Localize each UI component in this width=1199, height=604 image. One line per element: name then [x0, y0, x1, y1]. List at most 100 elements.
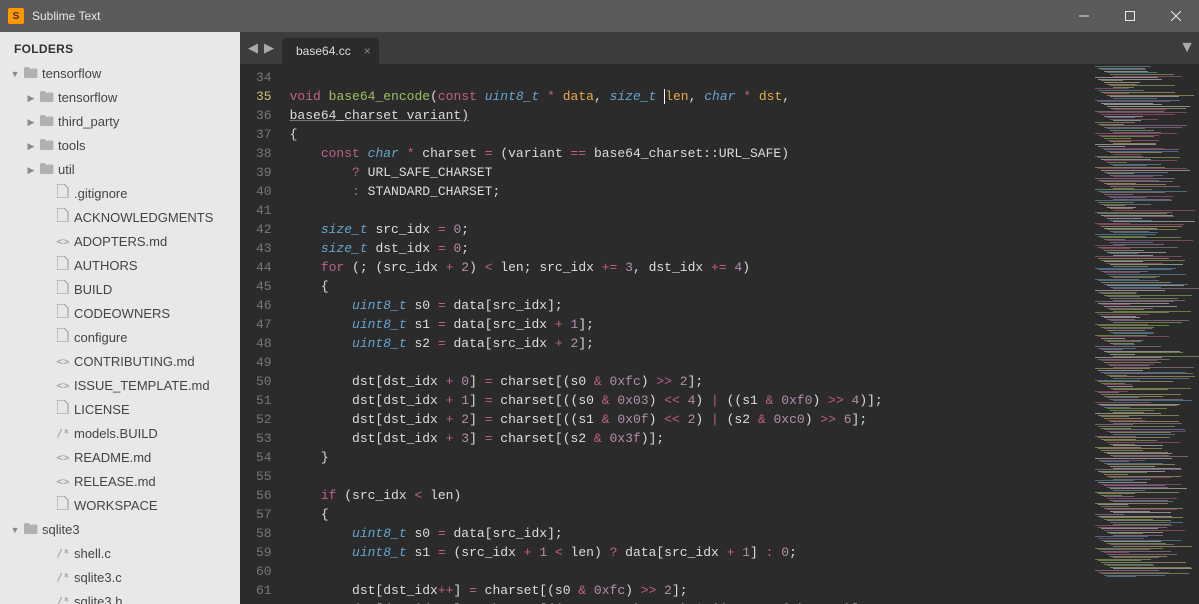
tree-item[interactable]: ▼tensorflow: [0, 62, 240, 86]
code-area[interactable]: void base64_encode(const uint8_t * data,…: [282, 64, 1089, 604]
nav-forward-icon[interactable]: ▶: [264, 40, 274, 56]
minimize-button[interactable]: [1061, 0, 1107, 32]
code-line: dst[dst_idx + 0] = charset[(s0 & 0xfc) >…: [290, 372, 1089, 391]
tree-item[interactable]: ▶ tensorflow: [0, 86, 240, 110]
tree-item[interactable]: ACKNOWLEDGMENTS: [0, 206, 240, 230]
folder-icon: [38, 136, 56, 156]
code-line: uint8_t s1 = data[src_idx + 1];: [290, 315, 1089, 334]
disclosure-right-icon[interactable]: ▶: [24, 136, 38, 156]
line-number: 39: [256, 163, 272, 182]
tree-item-label: tensorflow: [56, 88, 117, 108]
code-icon: /*: [54, 568, 72, 588]
sidebar-header: FOLDERS: [0, 32, 240, 62]
nav-back-icon[interactable]: ◀: [248, 40, 258, 56]
code-line: {: [290, 125, 1089, 144]
tree-item[interactable]: ▶ util: [0, 158, 240, 182]
code-line: void base64_encode(const uint8_t * data,…: [290, 87, 1089, 106]
window-title: Sublime Text: [32, 9, 1061, 23]
tree-item-label: .gitignore: [72, 184, 127, 204]
line-number: 40: [256, 182, 272, 201]
tree-item[interactable]: LICENSE: [0, 398, 240, 422]
code-line: [290, 467, 1089, 486]
app-icon: S: [8, 8, 24, 24]
sidebar: FOLDERS ▼tensorflow▶tensorflow▶third_par…: [0, 32, 240, 604]
tree-item[interactable]: ▼ sqlite3: [0, 518, 240, 542]
file-icon: [54, 184, 72, 204]
tree-item-label: shell.c: [72, 544, 111, 564]
tree-item-label: sqlite3: [40, 520, 80, 540]
tree-item-label: WORKSPACE: [72, 496, 158, 516]
tab-overflow-icon[interactable]: ▼: [1175, 32, 1199, 64]
tree-item[interactable]: CODEOWNERS: [0, 302, 240, 326]
folder-icon: [38, 112, 56, 132]
code-line: size_t src_idx = 0;: [290, 220, 1089, 239]
code-line: : STANDARD_CHARSET;: [290, 182, 1089, 201]
tree-item[interactable]: <>RELEASE.md: [0, 470, 240, 494]
tree-item[interactable]: ▶ third_party: [0, 110, 240, 134]
disclosure-down-icon[interactable]: ▼: [8, 520, 22, 540]
tree-item-label: tools: [56, 136, 85, 156]
md-icon: <>: [54, 376, 72, 396]
tree-item-label: sqlite3.c: [72, 568, 122, 588]
tree-item[interactable]: <>ISSUE_TEMPLATE.md: [0, 374, 240, 398]
tab-close-icon[interactable]: ×: [364, 44, 371, 58]
tree-item-label: CODEOWNERS: [72, 304, 170, 324]
title-bar: S Sublime Text: [0, 0, 1199, 32]
tree-item[interactable]: WORKSPACE: [0, 494, 240, 518]
line-number: 46: [256, 296, 272, 315]
code-icon: /*: [54, 424, 72, 444]
tree-item-label: configure: [72, 328, 127, 348]
tree-item-label: ISSUE_TEMPLATE.md: [72, 376, 210, 396]
folder-icon: [22, 520, 40, 540]
line-number: 34: [256, 68, 272, 87]
close-button[interactable]: [1153, 0, 1199, 32]
code-line: base64_charset variant): [290, 106, 1089, 125]
tree-item-label: ACKNOWLEDGMENTS: [72, 208, 213, 228]
tree-item-label: AUTHORS: [72, 256, 138, 276]
code-line: dst[dst_idx + 3] = charset[(s2 & 0x3f)];: [290, 429, 1089, 448]
line-number: 48: [256, 334, 272, 353]
tree-item-label: sqlite3.h: [72, 592, 122, 604]
tree-item[interactable]: .gitignore: [0, 182, 240, 206]
line-number: 49: [256, 353, 272, 372]
folder-icon: [22, 64, 40, 84]
file-icon: [54, 496, 72, 516]
md-icon: <>: [54, 232, 72, 252]
tree-item[interactable]: configure: [0, 326, 240, 350]
tree-item[interactable]: /*shell.c: [0, 542, 240, 566]
line-number: 62: [256, 600, 272, 604]
tree-item[interactable]: ▶ tools: [0, 134, 240, 158]
minimap[interactable]: [1089, 64, 1199, 604]
file-icon: [54, 280, 72, 300]
tree-item[interactable]: BUILD: [0, 278, 240, 302]
line-number: 41: [256, 201, 272, 220]
tree-item[interactable]: /*sqlite3.c: [0, 566, 240, 590]
tree-item-label: BUILD: [72, 280, 112, 300]
code-line: dst[dst_idx + 2] = charset[((s1 & 0x0f) …: [290, 410, 1089, 429]
code-line: uint8_t s0 = data[src_idx];: [290, 296, 1089, 315]
tree-item-label: third_party: [56, 112, 119, 132]
tree-item[interactable]: /*sqlite3.h: [0, 590, 240, 604]
tree-item[interactable]: <>CONTRIBUTING.md: [0, 350, 240, 374]
code-line: {: [290, 505, 1089, 524]
code-line: [290, 201, 1089, 220]
tree-item-label: util: [56, 160, 75, 180]
disclosure-down-icon[interactable]: ▼: [8, 64, 22, 84]
tree-item[interactable]: AUTHORS: [0, 254, 240, 278]
line-number: 60: [256, 562, 272, 581]
file-icon: [54, 208, 72, 228]
disclosure-right-icon[interactable]: ▶: [24, 112, 38, 132]
disclosure-right-icon[interactable]: ▶: [24, 160, 38, 180]
tab-active[interactable]: base64.cc ×: [282, 38, 379, 64]
tree-item[interactable]: <>ADOPTERS.md: [0, 230, 240, 254]
tree-item[interactable]: /*models.BUILD: [0, 422, 240, 446]
tree-item-label: LICENSE: [72, 400, 130, 420]
maximize-button[interactable]: [1107, 0, 1153, 32]
tree-item[interactable]: <>README.md: [0, 446, 240, 470]
disclosure-right-icon[interactable]: ▶: [24, 88, 38, 108]
code-line: if (src_idx < len): [290, 486, 1089, 505]
code-line: uint8_t s2 = data[src_idx + 2];: [290, 334, 1089, 353]
folder-icon: [38, 88, 56, 108]
editor-body[interactable]: 3435363738394041424344454647484950515253…: [240, 64, 1199, 604]
code-line: [290, 353, 1089, 372]
